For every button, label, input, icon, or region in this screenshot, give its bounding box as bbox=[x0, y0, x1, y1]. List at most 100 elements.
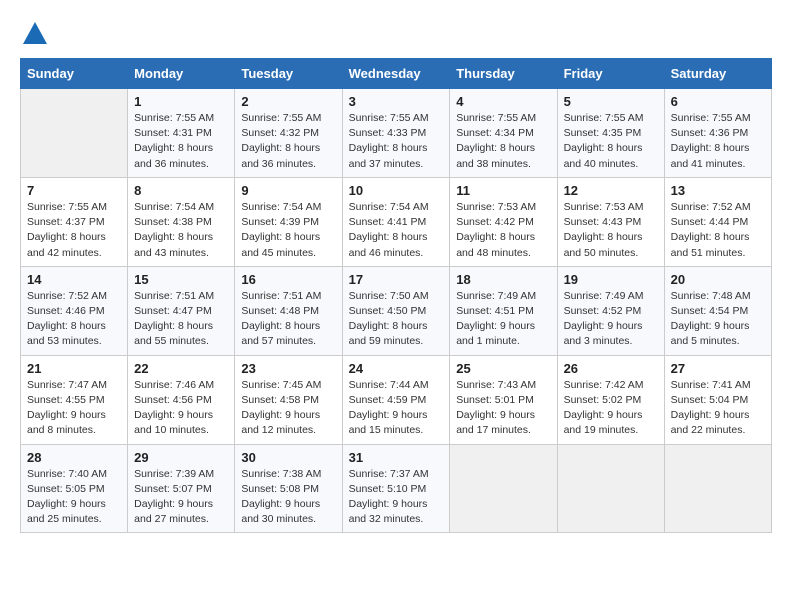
day-number: 5 bbox=[564, 94, 658, 109]
day-detail: Sunrise: 7:45 AM Sunset: 4:58 PM Dayligh… bbox=[241, 378, 335, 439]
day-detail: Sunrise: 7:47 AM Sunset: 4:55 PM Dayligh… bbox=[27, 378, 121, 439]
calendar-table: SundayMondayTuesdayWednesdayThursdayFrid… bbox=[20, 58, 772, 533]
day-detail: Sunrise: 7:54 AM Sunset: 4:38 PM Dayligh… bbox=[134, 200, 228, 261]
calendar-cell: 13Sunrise: 7:52 AM Sunset: 4:44 PM Dayli… bbox=[664, 177, 771, 266]
day-number: 7 bbox=[27, 183, 121, 198]
logo bbox=[20, 20, 50, 48]
calendar-cell bbox=[450, 444, 557, 533]
day-number: 13 bbox=[671, 183, 765, 198]
calendar-cell bbox=[664, 444, 771, 533]
weekday-header-wednesday: Wednesday bbox=[342, 59, 450, 89]
day-detail: Sunrise: 7:53 AM Sunset: 4:42 PM Dayligh… bbox=[456, 200, 550, 261]
calendar-cell: 5 Sunrise: 7:55 AM Sunset: 4:35 PM Daylig… bbox=[557, 89, 664, 178]
day-number: 15 bbox=[134, 272, 228, 287]
day-detail: Sunrise: 7:52 AM Sunset: 4:46 PM Dayligh… bbox=[27, 289, 121, 350]
day-detail: Sunrise: 7:49 AM Sunset: 4:52 PM Dayligh… bbox=[564, 289, 658, 350]
calendar-cell: 31 Sunrise: 7:37 AM Sunset: 5:10 PM Dayli… bbox=[342, 444, 450, 533]
day-number: 23 bbox=[241, 361, 335, 376]
calendar-cell: 4 Sunrise: 7:55 AM Sunset: 4:34 PM Daylig… bbox=[450, 89, 557, 178]
day-detail: Sunrise: 7:42 AM Sunset: 5:02 PM Dayligh… bbox=[564, 378, 658, 439]
weekday-header-tuesday: Tuesday bbox=[235, 59, 342, 89]
day-number: 22 bbox=[134, 361, 228, 376]
calendar-cell: 14Sunrise: 7:52 AM Sunset: 4:46 PM Dayli… bbox=[21, 266, 128, 355]
calendar-cell: 17 Sunrise: 7:50 AM Sunset: 4:50 PM Dayli… bbox=[342, 266, 450, 355]
day-number: 12 bbox=[564, 183, 658, 198]
day-detail: Sunrise: 7:51 AM Sunset: 4:48 PM Dayligh… bbox=[241, 289, 335, 350]
day-number: 17 bbox=[349, 272, 444, 287]
calendar-cell: 28Sunrise: 7:40 AM Sunset: 5:05 PM Dayli… bbox=[21, 444, 128, 533]
day-detail: Sunrise: 7:50 AM Sunset: 4:50 PM Dayligh… bbox=[349, 289, 444, 350]
day-detail: Sunrise: 7:41 AM Sunset: 5:04 PM Dayligh… bbox=[671, 378, 765, 439]
calendar-cell: 7 Sunrise: 7:55 AM Sunset: 4:37 PM Daylig… bbox=[21, 177, 128, 266]
calendar-week-row: 21 Sunrise: 7:47 AM Sunset: 4:55 PM Dayli… bbox=[21, 355, 772, 444]
calendar-week-row: 28Sunrise: 7:40 AM Sunset: 5:05 PM Dayli… bbox=[21, 444, 772, 533]
day-number: 2 bbox=[241, 94, 335, 109]
calendar-cell: 1 Sunrise: 7:55 AM Sunset: 4:31 PM Daylig… bbox=[128, 89, 235, 178]
calendar-cell: 9Sunrise: 7:54 AM Sunset: 4:39 PM Daylig… bbox=[235, 177, 342, 266]
day-number: 1 bbox=[134, 94, 228, 109]
calendar-cell: 15 Sunrise: 7:51 AM Sunset: 4:47 PM Dayli… bbox=[128, 266, 235, 355]
day-detail: Sunrise: 7:49 AM Sunset: 4:51 PM Dayligh… bbox=[456, 289, 550, 350]
calendar-week-row: 1 Sunrise: 7:55 AM Sunset: 4:31 PM Daylig… bbox=[21, 89, 772, 178]
calendar-cell: 21 Sunrise: 7:47 AM Sunset: 4:55 PM Dayli… bbox=[21, 355, 128, 444]
calendar-header: SundayMondayTuesdayWednesdayThursdayFrid… bbox=[21, 59, 772, 89]
day-detail: Sunrise: 7:55 AM Sunset: 4:37 PM Dayligh… bbox=[27, 200, 121, 261]
calendar-cell: 27 Sunrise: 7:41 AM Sunset: 5:04 PM Dayli… bbox=[664, 355, 771, 444]
day-number: 4 bbox=[456, 94, 550, 109]
calendar-cell: 8Sunrise: 7:54 AM Sunset: 4:38 PM Daylig… bbox=[128, 177, 235, 266]
day-detail: Sunrise: 7:43 AM Sunset: 5:01 PM Dayligh… bbox=[456, 378, 550, 439]
page-header bbox=[20, 20, 772, 48]
day-detail: Sunrise: 7:55 AM Sunset: 4:34 PM Dayligh… bbox=[456, 111, 550, 172]
calendar-cell: 18Sunrise: 7:49 AM Sunset: 4:51 PM Dayli… bbox=[450, 266, 557, 355]
weekday-header-saturday: Saturday bbox=[664, 59, 771, 89]
weekday-header-friday: Friday bbox=[557, 59, 664, 89]
day-number: 30 bbox=[241, 450, 335, 465]
day-detail: Sunrise: 7:53 AM Sunset: 4:43 PM Dayligh… bbox=[564, 200, 658, 261]
day-detail: Sunrise: 7:54 AM Sunset: 4:41 PM Dayligh… bbox=[349, 200, 444, 261]
day-detail: Sunrise: 7:55 AM Sunset: 4:32 PM Dayligh… bbox=[241, 111, 335, 172]
calendar-cell: 26Sunrise: 7:42 AM Sunset: 5:02 PM Dayli… bbox=[557, 355, 664, 444]
day-detail: Sunrise: 7:55 AM Sunset: 4:33 PM Dayligh… bbox=[349, 111, 444, 172]
calendar-cell: 22 Sunrise: 7:46 AM Sunset: 4:56 PM Dayli… bbox=[128, 355, 235, 444]
weekday-header-thursday: Thursday bbox=[450, 59, 557, 89]
calendar-cell bbox=[557, 444, 664, 533]
day-detail: Sunrise: 7:37 AM Sunset: 5:10 PM Dayligh… bbox=[349, 467, 444, 528]
calendar-week-row: 7 Sunrise: 7:55 AM Sunset: 4:37 PM Daylig… bbox=[21, 177, 772, 266]
calendar-body: 1 Sunrise: 7:55 AM Sunset: 4:31 PM Daylig… bbox=[21, 89, 772, 533]
day-detail: Sunrise: 7:39 AM Sunset: 5:07 PM Dayligh… bbox=[134, 467, 228, 528]
weekday-header-row: SundayMondayTuesdayWednesdayThursdayFrid… bbox=[21, 59, 772, 89]
day-detail: Sunrise: 7:46 AM Sunset: 4:56 PM Dayligh… bbox=[134, 378, 228, 439]
logo-icon bbox=[21, 20, 49, 48]
day-number: 19 bbox=[564, 272, 658, 287]
calendar-cell: 2 Sunrise: 7:55 AM Sunset: 4:32 PM Daylig… bbox=[235, 89, 342, 178]
day-number: 10 bbox=[349, 183, 444, 198]
day-number: 28 bbox=[27, 450, 121, 465]
day-number: 29 bbox=[134, 450, 228, 465]
calendar-cell: 3 Sunrise: 7:55 AM Sunset: 4:33 PM Daylig… bbox=[342, 89, 450, 178]
day-number: 11 bbox=[456, 183, 550, 198]
weekday-header-sunday: Sunday bbox=[21, 59, 128, 89]
day-number: 3 bbox=[349, 94, 444, 109]
day-detail: Sunrise: 7:55 AM Sunset: 4:31 PM Dayligh… bbox=[134, 111, 228, 172]
calendar-cell: 24 Sunrise: 7:44 AM Sunset: 4:59 PM Dayli… bbox=[342, 355, 450, 444]
calendar-cell: 19 Sunrise: 7:49 AM Sunset: 4:52 PM Dayli… bbox=[557, 266, 664, 355]
calendar-cell: 30Sunrise: 7:38 AM Sunset: 5:08 PM Dayli… bbox=[235, 444, 342, 533]
calendar-cell: 6Sunrise: 7:55 AM Sunset: 4:36 PM Daylig… bbox=[664, 89, 771, 178]
day-detail: Sunrise: 7:51 AM Sunset: 4:47 PM Dayligh… bbox=[134, 289, 228, 350]
day-number: 27 bbox=[671, 361, 765, 376]
day-number: 6 bbox=[671, 94, 765, 109]
calendar-cell: 23 Sunrise: 7:45 AM Sunset: 4:58 PM Dayli… bbox=[235, 355, 342, 444]
day-number: 25 bbox=[456, 361, 550, 376]
calendar-cell bbox=[21, 89, 128, 178]
day-number: 31 bbox=[349, 450, 444, 465]
calendar-cell: 29 Sunrise: 7:39 AM Sunset: 5:07 PM Dayli… bbox=[128, 444, 235, 533]
day-number: 21 bbox=[27, 361, 121, 376]
day-detail: Sunrise: 7:55 AM Sunset: 4:35 PM Dayligh… bbox=[564, 111, 658, 172]
day-number: 9 bbox=[241, 183, 335, 198]
calendar-cell: 25 Sunrise: 7:43 AM Sunset: 5:01 PM Dayli… bbox=[450, 355, 557, 444]
day-detail: Sunrise: 7:48 AM Sunset: 4:54 PM Dayligh… bbox=[671, 289, 765, 350]
day-detail: Sunrise: 7:44 AM Sunset: 4:59 PM Dayligh… bbox=[349, 378, 444, 439]
day-number: 24 bbox=[349, 361, 444, 376]
day-number: 20 bbox=[671, 272, 765, 287]
weekday-header-monday: Monday bbox=[128, 59, 235, 89]
